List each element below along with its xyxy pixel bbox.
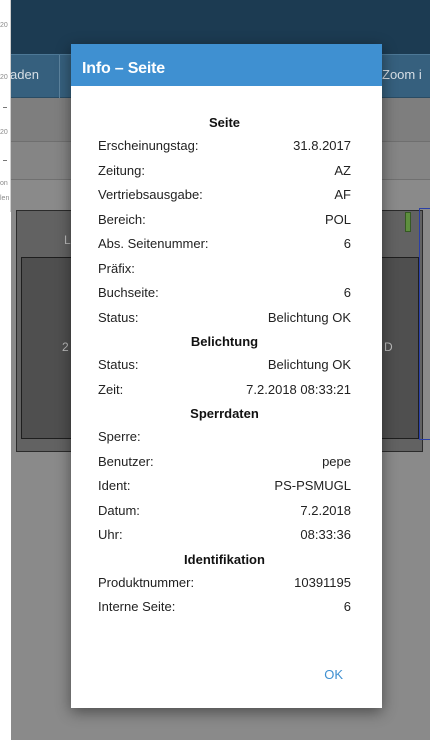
info-label: Abs. Seitenummer: (98, 236, 209, 251)
menu-item-laden[interactable]: aden (11, 67, 39, 82)
left-strip-text: 20 (0, 22, 8, 29)
info-value: 31.8.2017 (293, 138, 351, 153)
info-value: Belichtung OK (267, 357, 351, 372)
menu-separator (59, 55, 60, 99)
info-row: Benutzer: pepe (98, 450, 351, 475)
ok-button[interactable]: OK (324, 667, 343, 682)
page-number-text: D (384, 340, 393, 354)
info-value: 7.2.2018 08:33:21 (246, 381, 351, 397)
info-value: 10391195 (294, 574, 351, 590)
info-row: Präfix: (98, 257, 351, 282)
menu-item-zoom[interactable]: Zoom i (382, 67, 422, 82)
info-label: Vertriebsausgabe: (98, 187, 203, 202)
info-label: Status: (98, 309, 139, 325)
selected-page-frame (419, 208, 430, 440)
info-row: Sperre: (98, 425, 351, 450)
info-value: 6 (343, 285, 351, 300)
page-number-text: 2 (62, 340, 69, 354)
dialog-body: Seite Erscheinungstag: 31.8.2017 Zeitung:… (71, 111, 382, 620)
page-thumbnail: D (381, 257, 419, 439)
info-value: POL (324, 211, 351, 227)
info-label: Benutzer: (98, 453, 154, 469)
info-label: Status: (98, 357, 139, 372)
page-tile[interactable]: L 2 (16, 210, 77, 452)
info-row: Zeitung: AZ (98, 159, 351, 184)
section-heading-identifikation: Identifikation (184, 551, 265, 567)
info-row: Bereich: POL (98, 208, 351, 233)
info-value: Belichtung OK (267, 309, 351, 325)
info-row: Produktnummer: 10391195 (98, 571, 351, 596)
left-sidebar-fragment: 20 20 20 on len (0, 0, 11, 212)
info-value: 7.2.2018 (300, 502, 351, 518)
status-indicator-green (405, 212, 411, 232)
info-value: 6 (343, 599, 351, 614)
page-thumbnail: 2 (21, 257, 77, 439)
info-row: Interne Seite: 6 (98, 595, 351, 620)
info-label: Produktnummer: (98, 574, 195, 590)
info-row: Abs. Seitenummer: 6 (98, 232, 351, 257)
info-row: Uhr: 08:33:36 (98, 523, 351, 548)
info-label: Uhr: (98, 527, 123, 542)
info-value: PS-PSMUGL (274, 478, 351, 493)
info-row: Datum: 7.2.2018 (98, 499, 351, 524)
page-tile[interactable]: D (381, 210, 423, 452)
info-label: Interne Seite: (98, 599, 176, 614)
info-value: pepe (322, 453, 351, 469)
info-row: Status: Belichtung OK (98, 353, 351, 378)
info-value: AF (334, 187, 351, 202)
page-tile-label: L (64, 233, 71, 247)
left-strip-text: len (0, 195, 10, 202)
section-heading-sperrdaten: Sperrdaten (190, 406, 259, 421)
dialog-title: Info – Seite (71, 44, 382, 86)
info-value: 08:33:36 (300, 527, 351, 542)
info-label: Präfix: (98, 260, 135, 276)
info-value: AZ (334, 162, 351, 178)
info-dialog: Info – Seite Seite Erscheinungstag: 31.8.… (71, 44, 382, 708)
info-value: 6 (343, 236, 351, 251)
info-label: Sperre: (98, 429, 141, 444)
section-heading-belichtung: Belichtung (190, 334, 259, 349)
info-label: Buchseite: (98, 285, 159, 300)
info-label: Zeitung: (98, 162, 145, 178)
left-strip-text: 20 (0, 129, 8, 136)
left-strip-text: on (0, 180, 8, 187)
info-label: Ident: (98, 478, 131, 493)
info-label: Datum: (98, 502, 140, 518)
info-row: Ident: PS-PSMUGL (98, 474, 351, 499)
info-row: Buchseite: 6 (98, 281, 351, 306)
section-heading-seite: Seite (208, 115, 241, 130)
info-label: Erscheinungstag: (98, 138, 199, 153)
info-row: Erscheinungstag: 31.8.2017 (98, 134, 351, 159)
info-row: Zeit: 7.2.2018 08:33:21 (98, 378, 351, 403)
left-strip-mark (3, 107, 7, 108)
info-label: Bereich: (98, 211, 146, 227)
left-strip-text: 20 (0, 74, 8, 81)
info-label: Zeit: (98, 381, 124, 397)
info-row: Status: Belichtung OK (98, 306, 351, 331)
left-strip-mark (3, 160, 7, 161)
info-row: Vertriebsausgabe: AF (98, 183, 351, 208)
